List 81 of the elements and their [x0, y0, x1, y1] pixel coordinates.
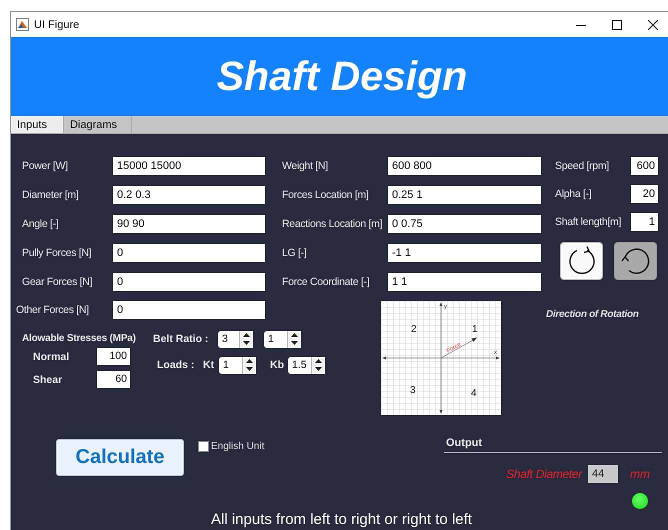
rotation-caption: Direction of Rotation: [546, 309, 639, 320]
down-triangle-icon: [291, 341, 298, 346]
spinner-field[interactable]: 1: [264, 330, 301, 348]
window-title: UI Figure: [34, 18, 80, 30]
spin-down-button[interactable]: [312, 365, 325, 374]
field-label: Other Forces [N]: [16, 304, 90, 316]
field-label: Weight [N]: [282, 160, 329, 172]
field-label: Reactions Location [m]: [282, 218, 384, 230]
quadrant-label: 1: [472, 324, 478, 335]
field-label: Force Coordinate [-]: [282, 276, 370, 288]
input-field[interactable]: 0: [113, 244, 265, 262]
field-label: Angle [-]: [21, 218, 60, 230]
spin-down-button[interactable]: [288, 339, 301, 348]
up-triangle-icon: [291, 332, 298, 337]
spin-down-button[interactable]: [240, 339, 253, 348]
input-field[interactable]: 0: [113, 301, 265, 319]
input-field[interactable]: 600: [631, 157, 658, 175]
footer-note: All inputs from left to right or right to left: [211, 511, 472, 528]
spinner-field[interactable]: 1.5: [288, 356, 325, 374]
field-label: Kb: [270, 359, 285, 371]
spinner-field[interactable]: 1: [219, 356, 256, 374]
input-field[interactable]: 600 800: [388, 157, 541, 175]
up-triangle-icon: [243, 332, 250, 337]
field-label: Pully Forces [N]: [21, 247, 92, 259]
english-unit-checkbox[interactable]: English Unit: [198, 441, 264, 452]
field-label: Forces Location [m]: [282, 189, 370, 201]
section-title: Output: [445, 437, 482, 449]
input-field[interactable]: 100: [97, 348, 130, 365]
app-title: Shaft Design: [216, 53, 468, 100]
input-field[interactable]: 1 1: [388, 273, 541, 291]
quadrant-label: 4: [471, 388, 477, 399]
field-label: Speed [rpm]: [555, 160, 609, 172]
spin-up-button[interactable]: [312, 356, 325, 365]
field-label: Alpha [-]: [555, 188, 592, 200]
down-triangle-icon: [315, 367, 322, 372]
spinner-field[interactable]: 3: [218, 330, 253, 348]
down-triangle-icon: [246, 367, 253, 372]
section-title: Alowable Stresses (MPa): [22, 333, 136, 344]
spin-up-button[interactable]: [288, 330, 301, 339]
close-icon[interactable]: [648, 20, 658, 30]
field-label: Gear Forces [N]: [21, 276, 94, 288]
field-label: Kt: [203, 359, 216, 371]
clockwise-arrow-icon: [566, 246, 596, 276]
field-label: Diameter [m]: [21, 189, 80, 201]
output-label: Shaft Diameter: [506, 467, 582, 481]
field-label: LG [-]: [282, 247, 308, 259]
up-triangle-icon: [246, 358, 253, 363]
field-label: Normal: [32, 350, 70, 362]
input-field[interactable]: 1: [631, 213, 658, 231]
checkbox[interactable]: [198, 441, 209, 452]
calculate-button[interactable]: Calculate: [56, 439, 184, 476]
quadrant-label: 2: [411, 324, 417, 335]
spin-up-button[interactable]: [240, 330, 253, 339]
unit-label: mm: [630, 467, 650, 481]
input-field[interactable]: 20: [631, 185, 658, 203]
field-label: Loads :: [156, 359, 196, 371]
app-icon: [16, 18, 29, 31]
counterclockwise-arrow-icon: [620, 246, 650, 276]
input-field[interactable]: 0.25 1: [388, 186, 541, 204]
field-label: Shear: [32, 374, 64, 386]
maximize-icon[interactable]: [612, 20, 622, 30]
tab[interactable]: Inputs: [11, 116, 64, 133]
field-label: Shaft length[m]: [555, 216, 622, 228]
quadrant-label: 3: [410, 385, 416, 396]
rotation-button[interactable]: [560, 242, 603, 280]
spin-up-button[interactable]: [243, 356, 256, 365]
up-triangle-icon: [315, 358, 322, 363]
input-field[interactable]: -1 1: [388, 244, 541, 262]
input-field[interactable]: 15000 15000: [113, 157, 265, 175]
rotation-button[interactable]: [614, 242, 657, 280]
output-field: 44: [588, 465, 618, 483]
input-field[interactable]: 90 90: [113, 215, 265, 233]
input-field[interactable]: 0: [113, 273, 265, 291]
down-triangle-icon: [243, 341, 250, 346]
force-arrow: [440, 338, 477, 358]
input-field[interactable]: 0 0.75: [388, 215, 541, 233]
spin-down-button[interactable]: [243, 365, 256, 374]
input-field[interactable]: 60: [97, 371, 130, 388]
field-label: Power [W]: [21, 160, 69, 172]
field-label: Belt Ratio :: [153, 333, 210, 345]
input-field[interactable]: 0.2 0.3: [113, 186, 265, 204]
